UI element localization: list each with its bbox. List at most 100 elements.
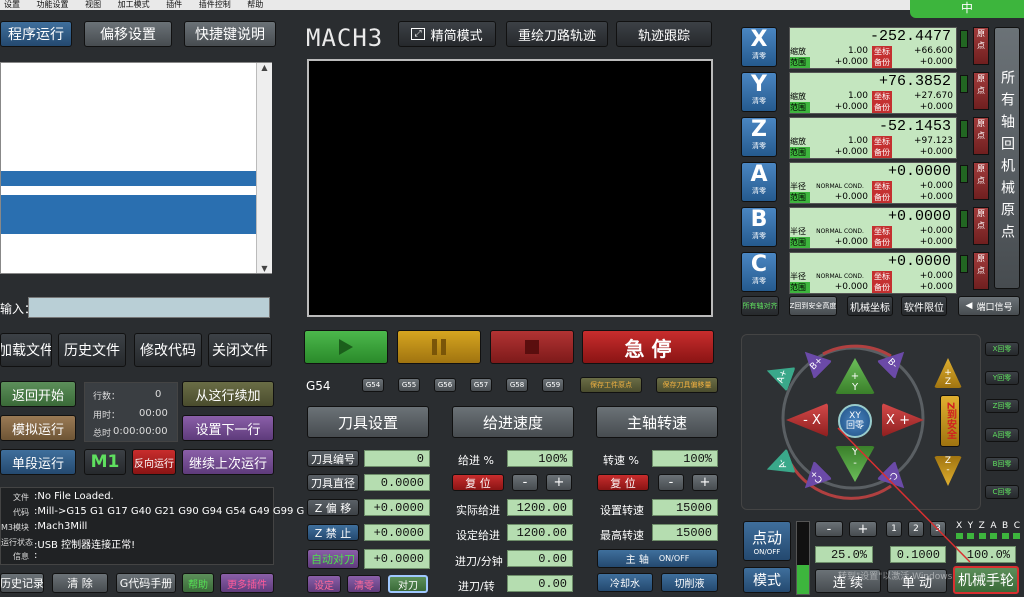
save-tool-offset-button[interactable]: 保存刀具偏移量 — [656, 377, 718, 393]
z-safe-height-button[interactable]: Z回到安全高度 — [789, 296, 837, 316]
feed-pct-value[interactable]: 100% — [507, 450, 573, 467]
scroll-up-icon[interactable]: ▲ — [257, 63, 272, 72]
set-next-line-button[interactable]: 设置下一行 — [182, 415, 274, 441]
save-work-origin-button[interactable]: 保存工件原点 — [580, 377, 642, 393]
dro-x[interactable]: -252.4477 缩放 1.00 坐标 +66.600 范围 +0.000 备份 +0.0… — [789, 27, 957, 69]
g54-button[interactable]: G54 — [362, 378, 384, 392]
gcode-list[interactable]: ▲ ▼ — [0, 62, 272, 274]
scroll-down-icon[interactable]: ▼ — [257, 264, 272, 273]
gcode-list-scrollbar[interactable]: ▲ ▼ — [256, 63, 272, 273]
set-speed-value[interactable]: 15000 — [652, 499, 718, 516]
a-home-side-button[interactable]: A回零 — [985, 428, 1019, 442]
z-inhibit-button[interactable]: Z 禁 止 — [307, 524, 359, 541]
tab-offset-settings[interactable]: 偏移设置 — [84, 21, 172, 47]
z-home-side-button[interactable]: Z回零 — [985, 399, 1019, 413]
menu-item-plugins[interactable]: 插件 — [166, 0, 182, 9]
home-c-button[interactable]: 原点 — [973, 252, 989, 290]
feed-plus-button[interactable]: + — [546, 474, 572, 491]
run-from-line-button[interactable]: 从这行续加 — [182, 381, 274, 407]
tab-shortcut-help[interactable]: 快捷键说明 — [184, 21, 276, 47]
coolant-button[interactable]: 冷却水 — [597, 573, 653, 592]
dro-a-value[interactable]: +0.0000 — [790, 163, 956, 181]
mdi-input[interactable] — [28, 297, 270, 318]
port-signals-button[interactable]: ◀ 端口信号 — [958, 296, 1020, 316]
zero-y-button[interactable]: Y 清零 — [741, 72, 777, 112]
max-speed-value[interactable]: 15000 — [652, 524, 718, 541]
b-home-side-button[interactable]: B回零 — [985, 457, 1019, 471]
jog-rate-slider[interactable] — [796, 521, 810, 595]
edit-code-button[interactable]: 修改代码 — [134, 333, 202, 367]
zero-b-button[interactable]: B 清零 — [741, 207, 777, 247]
simulate-button[interactable]: 模拟运行 — [0, 415, 76, 441]
spindle-reset-button[interactable]: 复 位 — [597, 474, 649, 491]
tool-clear-button[interactable]: 清零 — [347, 575, 381, 593]
rewind-button[interactable]: 返回开始 — [0, 381, 76, 407]
g55-button[interactable]: G55 — [398, 378, 420, 392]
tool-set-button[interactable]: 设定 — [307, 575, 341, 593]
axis-select-b[interactable]: B — [1002, 521, 1008, 531]
jog-toggle-button[interactable]: 点动 ON/OFF — [743, 521, 791, 561]
menu-item-view[interactable]: 视图 — [85, 0, 101, 9]
single-block-button[interactable]: 单段运行 — [0, 449, 76, 475]
tool-number-value[interactable]: 0 — [364, 450, 430, 467]
reverse-run-button[interactable]: 反向运行 — [132, 449, 176, 475]
menu-item-help[interactable]: 帮助 — [247, 0, 263, 9]
clear-button[interactable]: 清 除 — [52, 573, 108, 593]
dro-c[interactable]: +0.0000 半径 NORMAL COND. 坐标 +0.000 范围 +0.000 备… — [789, 252, 957, 294]
tab-program-run[interactable]: 程序运行 — [0, 21, 72, 47]
history-button[interactable]: 历史记录 — [0, 573, 44, 593]
dro-x-value[interactable]: -252.4477 — [790, 28, 956, 46]
jog-mode-button[interactable]: 模式 — [743, 567, 791, 593]
simple-mode-button[interactable]: ⤢ 精简模式 — [398, 21, 496, 47]
z-inhibit-value[interactable]: +0.0000 — [364, 524, 430, 541]
stop-button[interactable] — [490, 330, 574, 364]
feed-reset-button[interactable]: 复 位 — [452, 474, 504, 491]
set-feed-value[interactable]: 1200.00 — [507, 524, 573, 541]
home-all-button[interactable]: 所有轴回机械原点 — [994, 27, 1020, 289]
corner-tab[interactable]: 中 — [910, 0, 1024, 18]
track-button[interactable]: 轨迹跟踪 — [616, 21, 712, 47]
home-b-button[interactable]: 原点 — [973, 207, 989, 245]
axis-select-c[interactable]: C — [1014, 521, 1020, 531]
goto-zero-button[interactable]: 所有轴对齐 — [741, 296, 779, 316]
auto-tool-zero-button[interactable]: 自动对刀 — [307, 549, 359, 569]
more-plugins-button[interactable]: 更多插件 — [220, 573, 274, 593]
soft-limits-button[interactable]: 软件限位 — [901, 296, 947, 316]
history-file-button[interactable]: 历史文件 — [58, 333, 126, 367]
spindle-pct-value[interactable]: 100% — [652, 450, 718, 467]
help-button[interactable]: 帮助 — [182, 573, 214, 593]
y-home-side-button[interactable]: Y回零 — [985, 371, 1019, 385]
tool-diameter-value[interactable]: 0.0000 — [364, 474, 430, 491]
menu-item-plugin-control[interactable]: 插件控制 — [199, 0, 231, 9]
dro-c-value[interactable]: +0.0000 — [790, 253, 956, 271]
gcode-manual-button[interactable]: G代码手册 — [116, 573, 176, 593]
dro-b-value[interactable]: +0.0000 — [790, 208, 956, 226]
home-z-button[interactable]: 原点 — [973, 117, 989, 155]
zero-x-button[interactable]: X 清零 — [741, 27, 777, 67]
dro-a[interactable]: +0.0000 半径 NORMAL COND. 坐标 +0.000 范围 +0.000 备… — [789, 162, 957, 204]
feed-hold-button[interactable] — [397, 330, 481, 364]
spindle-minus-button[interactable]: - — [658, 474, 684, 491]
dro-y-value[interactable]: +76.3852 — [790, 73, 956, 91]
g58-button[interactable]: G58 — [506, 378, 528, 392]
menu-item-features[interactable]: 功能设置 — [37, 0, 69, 9]
cycle-start-button[interactable] — [304, 330, 388, 364]
spindle-plus-button[interactable]: + — [692, 474, 718, 491]
axis-select-a[interactable]: A — [990, 521, 996, 531]
g57-button[interactable]: G57 — [470, 378, 492, 392]
g56-button[interactable]: G56 — [434, 378, 456, 392]
zero-z-button[interactable]: Z 清零 — [741, 117, 777, 157]
dro-z[interactable]: -52.1453 缩放 1.00 坐标 +97.123 范围 +0.000 备份 +0.00… — [789, 117, 957, 159]
redraw-toolpath-button[interactable]: 重绘刀路轨迹 — [506, 21, 608, 47]
g59-button[interactable]: G59 — [542, 378, 564, 392]
x-home-side-button[interactable]: X回零 — [985, 342, 1019, 356]
machine-coords-button[interactable]: 机械坐标 — [847, 296, 893, 316]
dro-z-value[interactable]: -52.1453 — [790, 118, 956, 136]
home-x-button[interactable]: 原点 — [973, 27, 989, 65]
dro-b[interactable]: +0.0000 半径 NORMAL COND. 坐标 +0.000 范围 +0.000 备… — [789, 207, 957, 249]
menu-item-mode[interactable]: 加工模式 — [118, 0, 150, 9]
handwheel-mode-button[interactable]: 机械手轮 — [953, 566, 1019, 594]
tool-touch-button[interactable]: 对刀 — [388, 575, 428, 593]
cutting-fluid-button[interactable]: 切削液 — [661, 573, 718, 592]
estop-button[interactable]: 急 停 — [582, 330, 714, 364]
